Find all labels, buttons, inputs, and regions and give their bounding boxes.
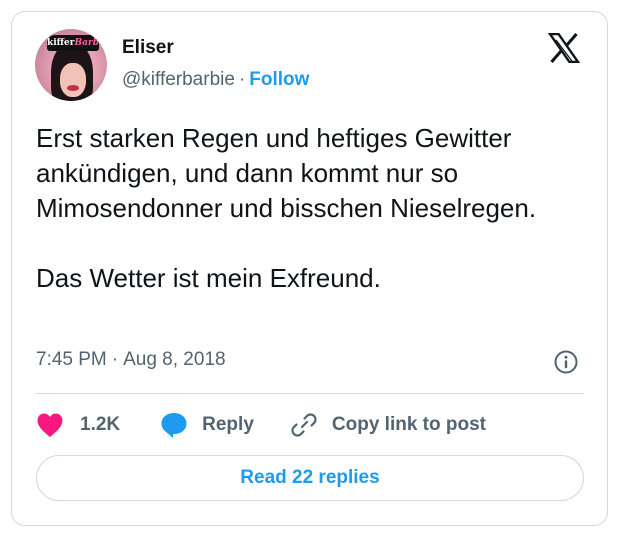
handle-separator: · bbox=[238, 69, 246, 90]
like-count: 1.2K bbox=[80, 414, 121, 435]
tweet-date: Aug 8, 2018 bbox=[123, 349, 226, 370]
author-handle[interactable]: @kifferbarbie bbox=[122, 69, 235, 90]
info-icon[interactable] bbox=[554, 350, 578, 374]
reply-bubble-icon bbox=[161, 413, 187, 438]
author-name[interactable]: Eliser bbox=[122, 37, 174, 59]
heart-icon bbox=[37, 413, 63, 437]
reply-button[interactable]: Reply bbox=[160, 411, 254, 439]
copy-link-button[interactable]: Copy link to post bbox=[290, 411, 486, 439]
avatar-cap-badge: kifferBarbie bbox=[47, 35, 107, 51]
follow-button[interactable]: Follow bbox=[249, 69, 309, 90]
tweet-time: 7:45 PM bbox=[36, 349, 107, 370]
tweet-timestamp[interactable]: 7:45 PM · Aug 8, 2018 bbox=[36, 349, 226, 371]
x-logo-icon[interactable] bbox=[548, 33, 580, 63]
avatar[interactable]: kifferBarbie bbox=[35, 29, 107, 101]
link-icon bbox=[291, 413, 317, 437]
reply-label: Reply bbox=[202, 414, 254, 435]
like-button[interactable]: 1.2K bbox=[36, 412, 120, 438]
tweet-paragraph: Erst starken Regen und heftiges Gewitter… bbox=[36, 123, 537, 223]
read-replies-label: Read 22 replies bbox=[240, 467, 380, 488]
timestamp-separator: · bbox=[111, 349, 119, 370]
action-bar: 1.2K Reply Copy link to post bbox=[36, 410, 486, 440]
read-replies-button[interactable]: Read 22 replies bbox=[36, 455, 584, 501]
divider bbox=[36, 393, 584, 394]
author-handle-row: @kifferbarbie · Follow bbox=[122, 69, 309, 91]
tweet-text: Erst starken Regen und heftiges Gewitter… bbox=[36, 121, 596, 296]
avatar-face bbox=[60, 63, 86, 97]
tweet-paragraph: Das Wetter ist mein Exfreund. bbox=[36, 263, 381, 293]
copy-link-label: Copy link to post bbox=[331, 414, 486, 435]
avatar-lips bbox=[67, 85, 79, 91]
